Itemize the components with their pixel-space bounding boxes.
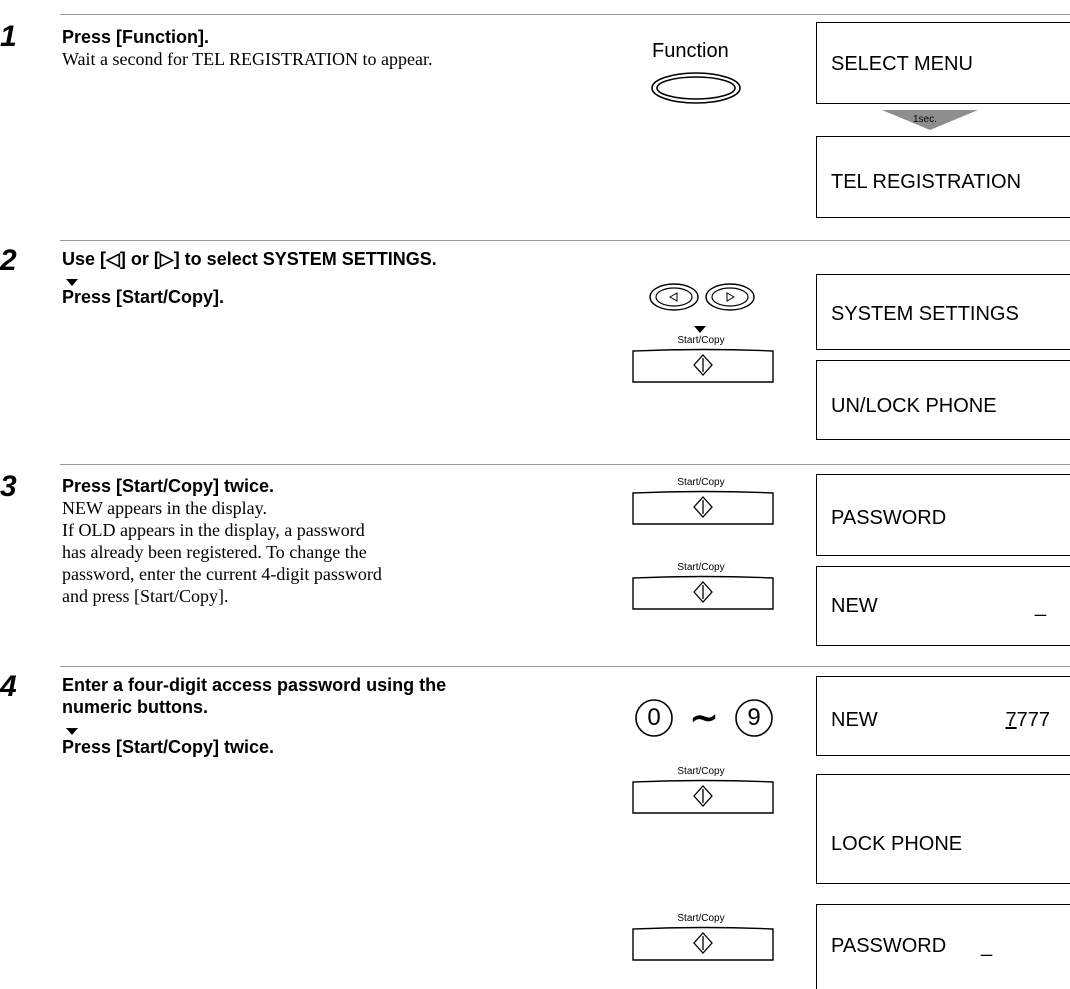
step-3-rule bbox=[60, 464, 1070, 465]
arrow-buttons-icon bbox=[649, 283, 755, 311]
step-4-title-line-1: Enter a four-digit access password using… bbox=[62, 675, 447, 695]
step-4-title-line-2: numeric buttons. bbox=[62, 697, 209, 717]
start-copy-button-icon bbox=[632, 779, 774, 814]
step-3-body-line-4: password, enter the current 4-digit pass… bbox=[62, 564, 382, 584]
function-button-icon bbox=[651, 72, 741, 104]
step-2-title: Use [◁] or [▷] to select SYSTEM SETTINGS… bbox=[62, 249, 437, 269]
step-1-number: 1 bbox=[0, 20, 17, 53]
lcd-select-menu: SELECT MENU bbox=[816, 22, 1070, 104]
lcd-lock-phone: LOCK PHONE bbox=[816, 774, 1070, 884]
lcd-new-password: NEW 7777 bbox=[816, 676, 1070, 756]
lcd-text: SELECT MENU bbox=[831, 53, 973, 75]
lcd-unlock-phone: UN/LOCK PHONE bbox=[816, 360, 1070, 440]
lcd-text: UN/LOCK PHONE bbox=[831, 395, 997, 417]
start-copy-button-icon bbox=[632, 575, 774, 610]
step-3-body-line-1: NEW appears in the display. bbox=[62, 498, 267, 518]
step-1-body: Wait a second for TEL REGISTRATION to ap… bbox=[62, 49, 433, 69]
step-3-number: 3 bbox=[0, 470, 17, 503]
step-2-rule bbox=[60, 240, 1070, 241]
lcd-text: TEL REGISTRATION bbox=[831, 171, 1022, 193]
down-arrow-icon bbox=[66, 728, 78, 735]
step-2-number: 2 bbox=[0, 244, 17, 277]
lcd-value-rest: 777 bbox=[1016, 709, 1050, 731]
lcd-text: NEW bbox=[831, 595, 878, 617]
numeric-keys: 0 ∼ 9 bbox=[634, 698, 776, 738]
start-copy-label: Start/Copy bbox=[677, 766, 725, 777]
step-3-body-line-3: has already been registered. To change t… bbox=[62, 542, 367, 562]
lcd-value: 7777 bbox=[1006, 709, 1051, 732]
step-2-title-line2: Press [Start/Copy]. bbox=[62, 287, 225, 307]
start-copy-button-icon bbox=[632, 926, 774, 961]
range-tilde: ∼ bbox=[689, 699, 719, 737]
down-arrow-icon bbox=[694, 326, 706, 333]
lcd-tel-registration: TEL REGISTRATION bbox=[816, 136, 1070, 218]
lcd-new: NEW _ bbox=[816, 566, 1070, 646]
step-4-number: 4 bbox=[0, 670, 17, 703]
step-3-title: Press [Start/Copy] twice. bbox=[62, 476, 275, 496]
lcd-text: PASSWORD bbox=[831, 507, 947, 529]
key-from-label: 0 bbox=[647, 704, 661, 731]
start-copy-button-icon bbox=[632, 490, 774, 525]
lcd-text: PASSWORD bbox=[831, 935, 947, 957]
lcd-cursor: _ bbox=[981, 935, 993, 957]
lcd-text: NEW bbox=[831, 709, 878, 731]
delay-label: 1sec. bbox=[913, 114, 937, 125]
key-to-label: 9 bbox=[747, 704, 761, 731]
start-copy-button-icon bbox=[632, 348, 774, 383]
function-label: Function bbox=[652, 40, 729, 62]
step-4-rule bbox=[60, 666, 1070, 667]
step-3-body-line-5: and press [Start/Copy]. bbox=[62, 586, 229, 606]
lcd-text: LOCK PHONE bbox=[831, 833, 963, 855]
start-copy-label: Start/Copy bbox=[677, 913, 725, 924]
down-arrow-icon bbox=[66, 279, 78, 286]
lcd-value-cursor-digit: 7 bbox=[1005, 709, 1017, 731]
step-4-title-line-3: Press [Start/Copy] twice. bbox=[62, 737, 275, 757]
lcd-password: PASSWORD bbox=[816, 474, 1070, 556]
step-3-body-line-2: If OLD appears in the display, a passwor… bbox=[62, 520, 365, 540]
step-1-rule bbox=[60, 14, 1070, 15]
lcd-text: SYSTEM SETTINGS bbox=[831, 303, 1019, 325]
start-copy-label: Start/Copy bbox=[677, 562, 725, 573]
lcd-system-settings: SYSTEM SETTINGS bbox=[816, 274, 1070, 350]
lcd-password-entry: PASSWORD _ bbox=[816, 904, 1070, 989]
step-1-title: Press [Function]. bbox=[62, 27, 210, 47]
lcd-cursor: _ bbox=[1034, 595, 1046, 617]
start-copy-label: Start/Copy bbox=[677, 335, 725, 346]
start-copy-label: Start/Copy bbox=[677, 477, 725, 488]
